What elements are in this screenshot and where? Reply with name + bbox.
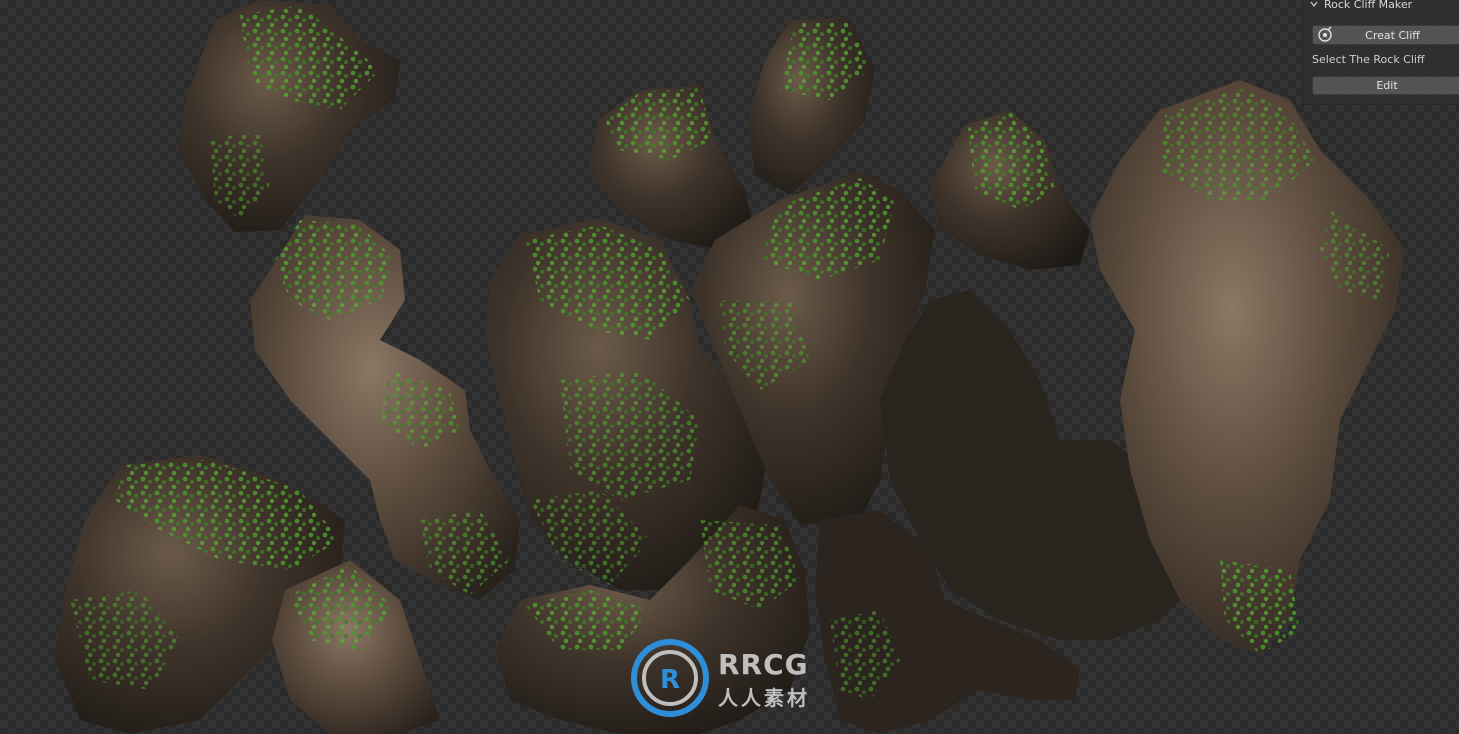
cliff-tool-icon <box>1318 26 1332 42</box>
watermark-logo-text: RRCG <box>718 648 809 681</box>
edit-button[interactable]: Edit <box>1312 76 1459 95</box>
chevron-down-icon[interactable] <box>1310 0 1318 8</box>
watermark-sub-text: 人人素材 <box>718 686 810 710</box>
rock-bottom-center-left <box>272 560 440 734</box>
rrcg-watermark: R RRCG 人人素材 <box>630 638 830 718</box>
select-rock-cliff-label: Select The Rock Cliff <box>1312 53 1425 66</box>
svg-text:R: R <box>660 665 680 695</box>
rock-cliff-maker-panel: Rock Cliff Maker Creat Cliff Select The … <box>1302 0 1459 105</box>
rock-top-left <box>178 0 400 232</box>
rrcg-logo-icon: R <box>631 639 709 717</box>
rock-top-right-small <box>930 110 1090 270</box>
create-cliff-label: Creat Cliff <box>1365 28 1420 42</box>
create-cliff-button[interactable]: Creat Cliff <box>1312 25 1459 45</box>
3d-viewport[interactable]: R RRCG 人人素材 Rock Cliff Maker Creat Cliff… <box>0 0 1459 734</box>
rock-cliff-render <box>55 0 1405 734</box>
panel-header[interactable]: Rock Cliff Maker <box>1303 0 1459 14</box>
panel-title: Rock Cliff Maker <box>1324 0 1413 11</box>
